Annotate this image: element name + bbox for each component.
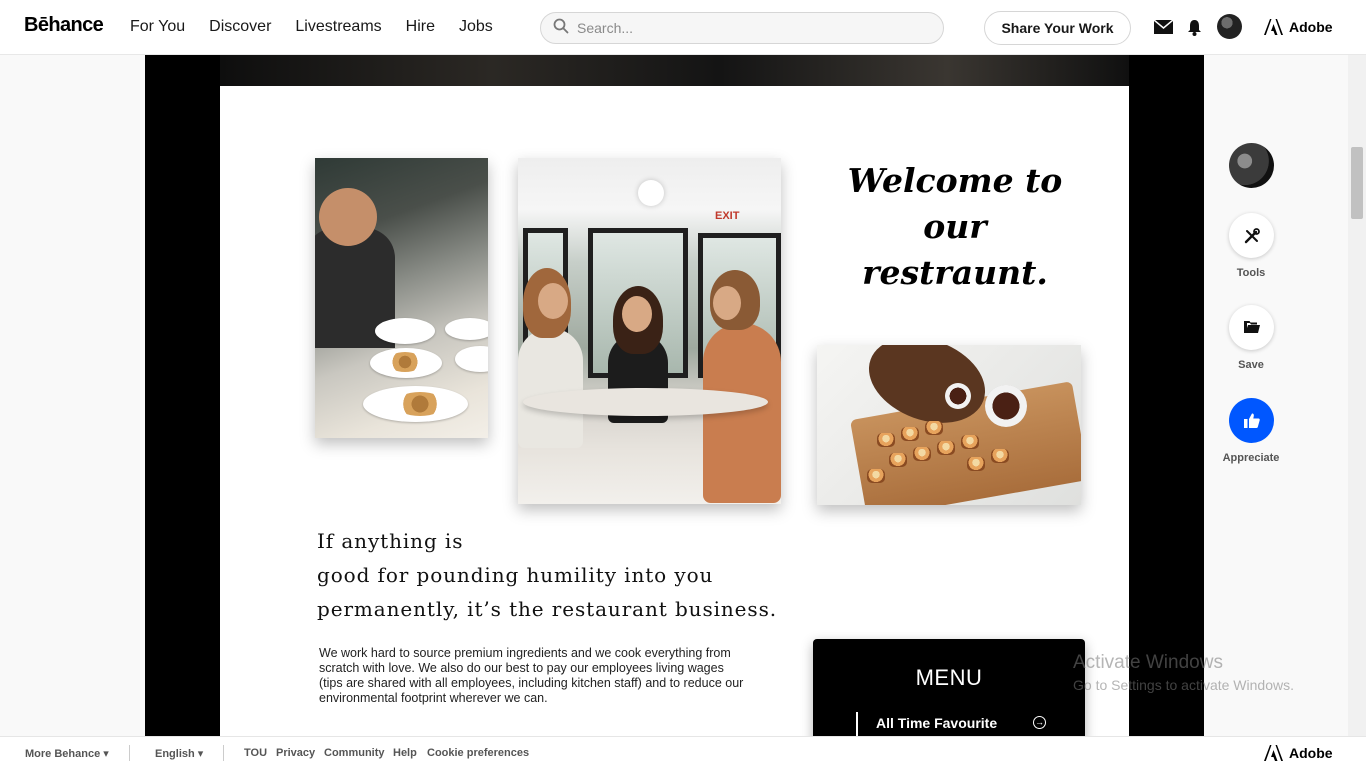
nav-for-you[interactable]: For You [130,18,185,36]
adobe-logo-icon [1264,745,1283,761]
project-header-image-strip [220,55,1129,86]
face-right [713,286,741,320]
face-middle [622,296,652,332]
appetizer-bite [937,441,955,455]
welcome-line: Welcome to [847,161,1063,200]
plate [445,318,488,340]
appreciate-button[interactable] [1229,398,1274,443]
friends-at-cafe-photo[interactable]: EXIT [518,158,781,504]
footer-link-help[interactable]: Help [393,747,417,759]
sauce-bowl [985,385,1027,427]
footer-divider [223,745,224,761]
appetizer-bite [913,447,931,461]
menu-item-label: All Time Favourite [876,715,998,731]
page-scrollbar-thumb[interactable] [1351,147,1363,219]
adobe-label: Adobe [1289,19,1333,35]
appetizer-bite [961,435,979,449]
owner-avatar[interactable] [1229,143,1274,188]
behance-logo[interactable]: Bēhance [24,14,104,37]
footer-link-tou[interactable]: TOU [244,747,267,759]
thumbs-up-icon [1243,413,1260,428]
arrow-right-circle-icon: → [1033,716,1046,729]
plate [375,318,435,344]
footer-adobe-label: Adobe [1289,745,1333,761]
main-nav: For You Discover Livestreams Hire Jobs [130,18,517,36]
language-dropdown[interactable]: English ▾ [155,747,203,760]
search-input[interactable] [577,20,917,36]
pull-quote: If anything is good for pounding humilit… [317,524,817,626]
welcome-heading: Welcome to our restraunt. [830,158,1080,296]
welcome-line: our [923,207,987,246]
plated-food [395,392,445,416]
top-navigation-bar: Bēhance For You Discover Livestreams Hir… [0,0,1366,55]
plate [455,346,488,372]
save-label: Save [1238,359,1264,371]
bell-icon[interactable] [1184,17,1204,37]
footer-link-community[interactable]: Community [324,747,385,759]
quote-line: permanently, it’s the restaurant busines… [317,597,778,621]
appetizer-bite [901,427,919,441]
mail-icon[interactable] [1153,17,1173,37]
footer-bar: More Behance ▾ English ▾ TOU Privacy Com… [0,736,1366,768]
spice-bowl [945,383,971,409]
nav-discover[interactable]: Discover [209,18,271,36]
tools-icon [1244,227,1260,243]
welcome-line: restraunt. [862,253,1048,292]
appetizer-bite [967,457,985,471]
user-avatar[interactable] [1217,14,1242,39]
project-module: EXIT Welcome to our restraunt. If anythi… [220,86,1129,736]
nav-hire[interactable]: Hire [406,18,435,36]
nav-livestreams[interactable]: Livestreams [295,18,381,36]
person-left [518,328,583,448]
nav-jobs[interactable]: Jobs [459,18,493,36]
ceiling-light [638,180,664,206]
share-your-work-button[interactable]: Share Your Work [984,11,1131,45]
chef-head [319,188,377,246]
exit-sign: EXIT [715,210,740,222]
face-left [538,283,568,319]
watermark-subtitle: Go to Settings to activate Windows. [1073,677,1294,693]
footer-link-cookie-preferences[interactable]: Cookie preferences [427,747,529,759]
footer-adobe-link[interactable]: Adobe [1264,745,1333,761]
chef-plating-photo[interactable] [315,158,488,438]
menu-item-all-time-favourite[interactable]: All Time Favourite → [856,712,1046,736]
folder-icon [1243,321,1260,333]
menu-card: MENU All Time Favourite → [813,639,1085,736]
menu-title: MENU [915,665,983,690]
round-table [523,388,768,416]
adobe-logo-icon [1264,19,1283,35]
appetizer-bite [889,453,907,467]
tools-label: Tools [1236,267,1266,279]
appetizer-board-photo[interactable] [817,345,1081,505]
appetizer-bite [925,421,943,435]
more-behance-dropdown[interactable]: More Behance ▾ [25,747,109,760]
quote-line: good for pounding humility into you [317,563,714,587]
footer-divider [129,745,130,761]
footer-link-privacy[interactable]: Privacy [276,747,315,759]
search-bar[interactable] [540,12,944,44]
appetizer-bite [991,449,1009,463]
appetizer-bite [877,433,895,447]
plated-food [387,352,423,372]
search-icon [553,18,569,39]
appreciate-label: Appreciate [1222,452,1280,464]
about-paragraph: We work hard to source premium ingredien… [319,646,744,705]
watermark-title: Activate Windows [1073,652,1223,673]
appetizer-bite [867,469,885,483]
tools-button[interactable] [1229,213,1274,258]
save-button[interactable] [1229,305,1274,350]
adobe-link[interactable]: Adobe [1264,19,1333,35]
quote-line: If anything is [317,529,464,553]
windows-activation-watermark: Activate Windows Go to Settings to activ… [1073,652,1294,693]
